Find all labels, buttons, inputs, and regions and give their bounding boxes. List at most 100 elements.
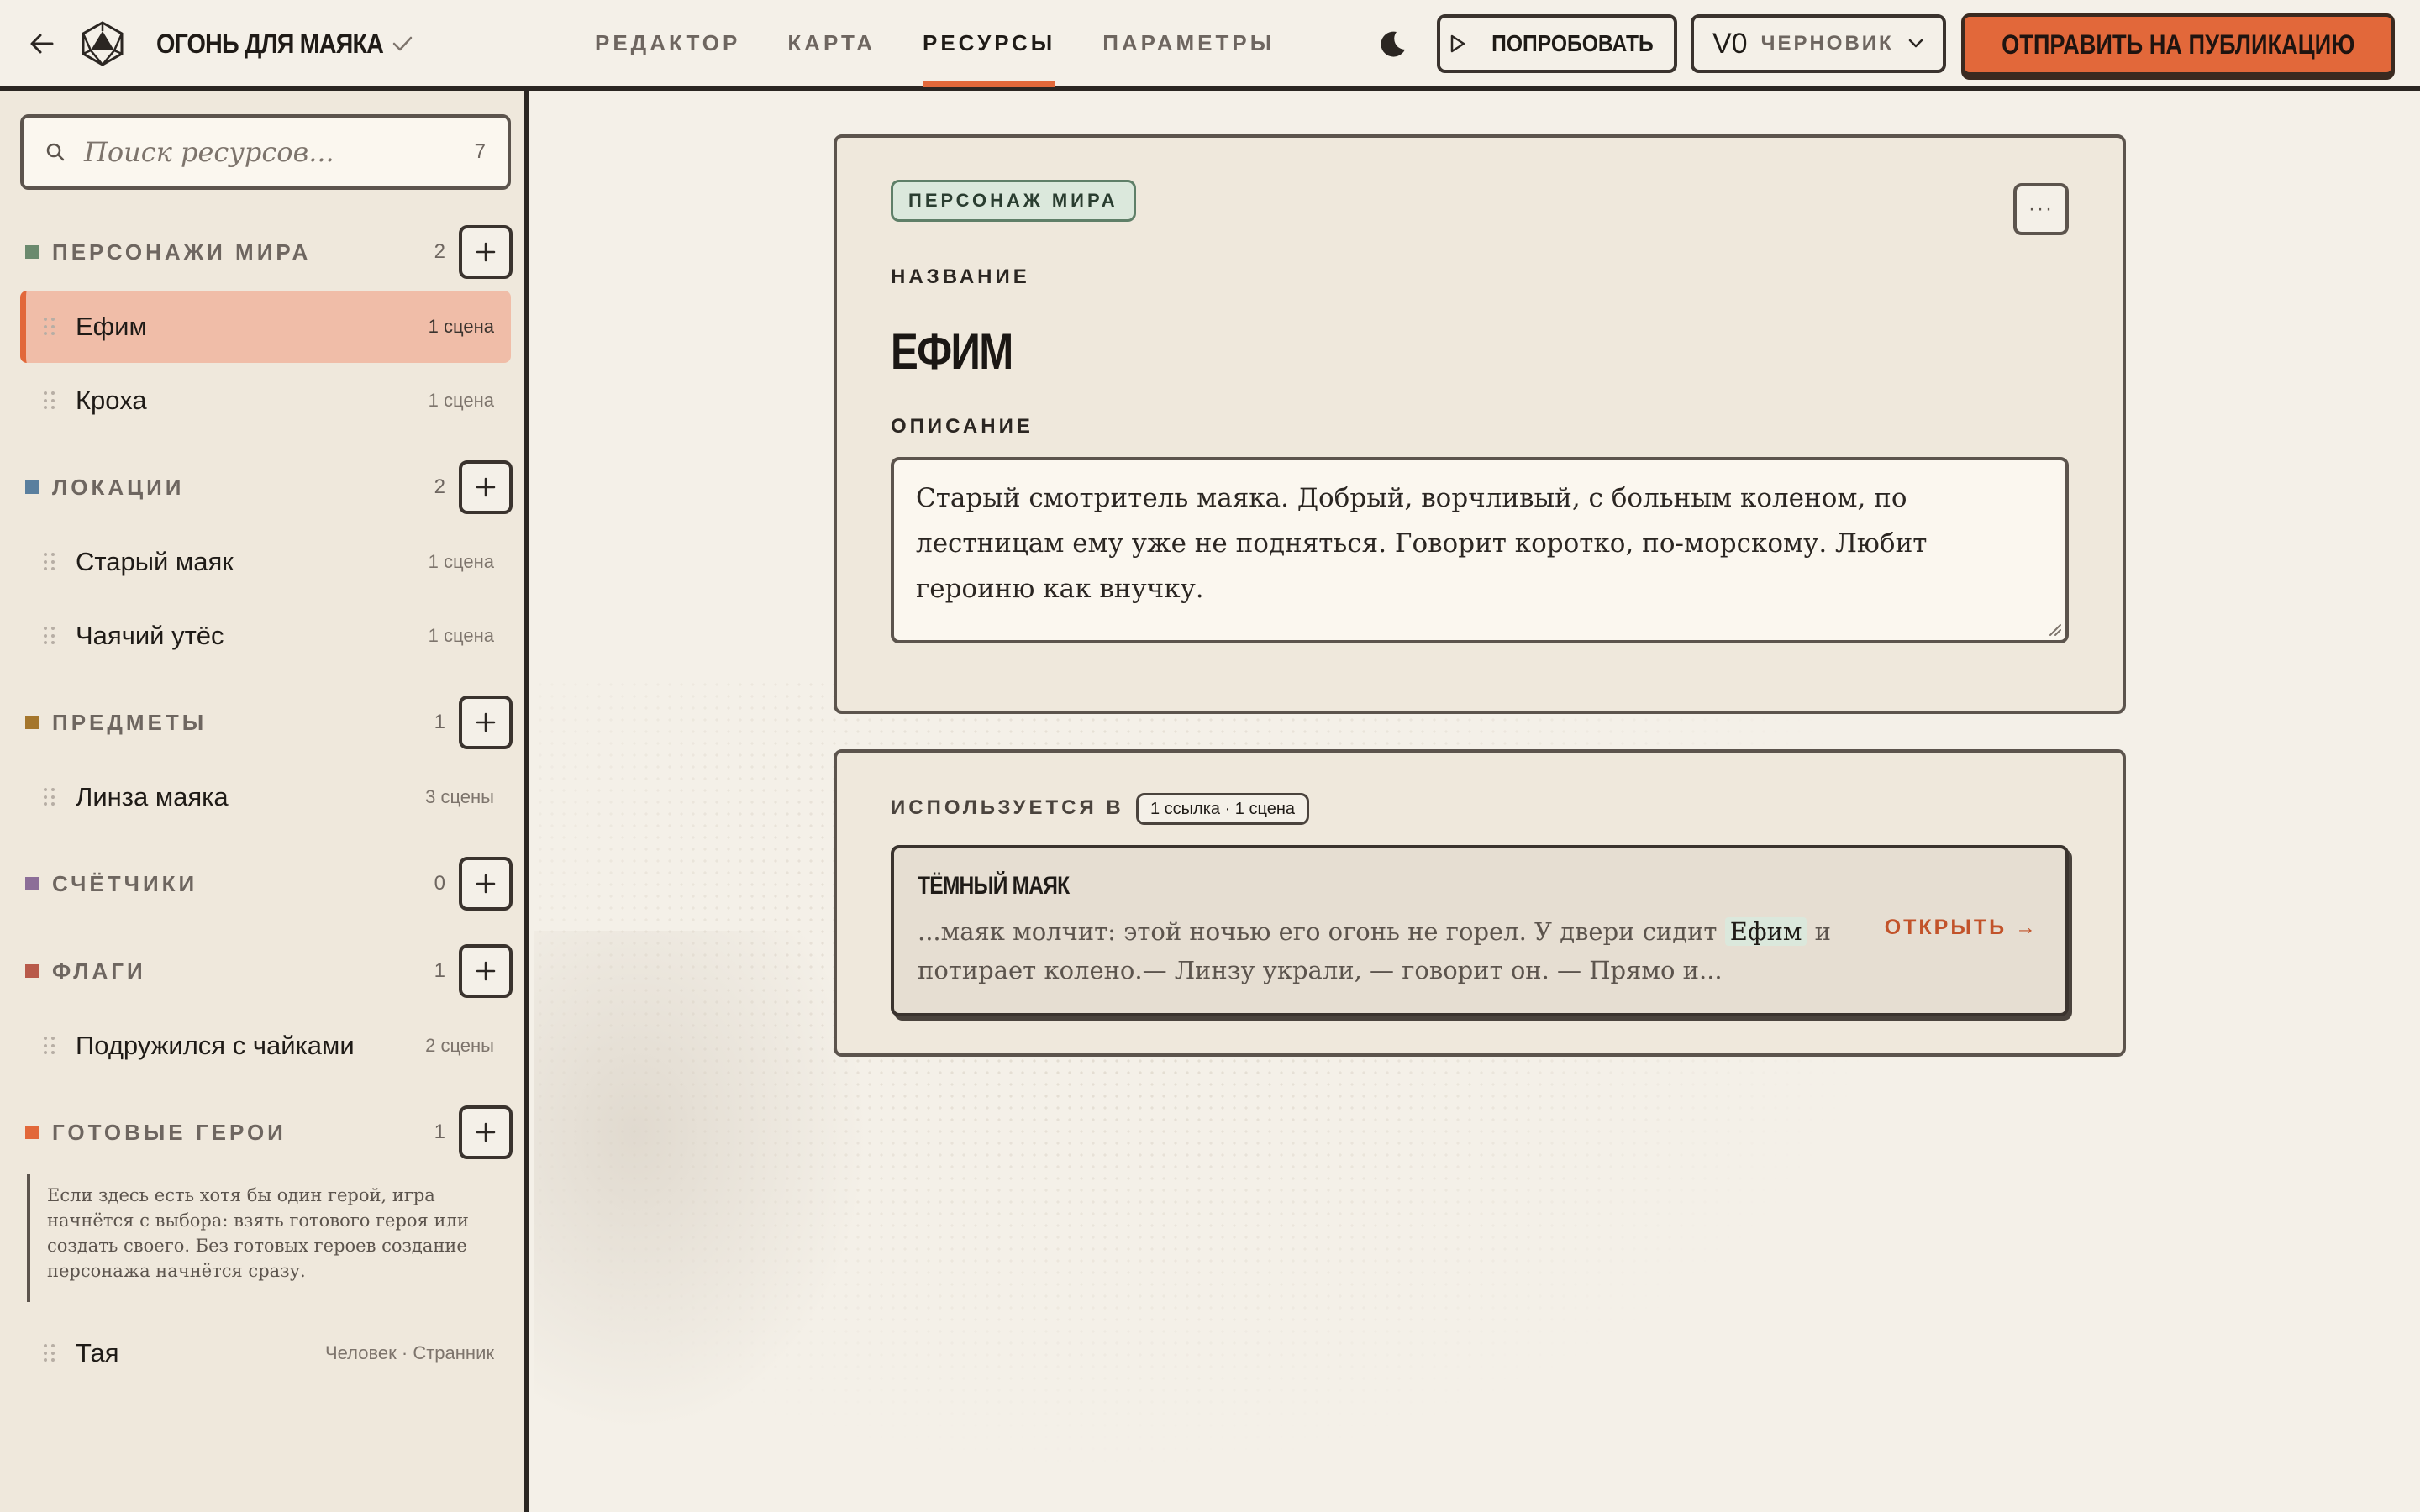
publish-button[interactable]: ОТПРАВИТЬ НА ПУБЛИКАЦИЮ xyxy=(1961,13,2395,76)
section-count: 1 xyxy=(434,711,445,733)
item-meta: 2 сцены xyxy=(425,1035,494,1056)
section-color-marker xyxy=(25,1126,39,1139)
back-button[interactable] xyxy=(24,25,60,62)
check-icon xyxy=(388,29,417,59)
section-title: ГОТОВЫЕ ГЕРОИ xyxy=(52,1119,287,1145)
list-item-old-lighthouse[interactable]: Старый маяк 1 сцена xyxy=(20,526,511,598)
section-title: ПРЕДМЕТЫ xyxy=(52,709,208,735)
resource-type-badge: ПЕРСОНАЖ МИРА xyxy=(891,180,1136,222)
description-text: Старый смотритель маяка. Добрый, ворчлив… xyxy=(916,483,1928,604)
item-meta: Человек · Странник xyxy=(325,1342,494,1363)
resources-sidebar: Поиск ресурсов... 7 ПЕРСОНАЖИ МИРА 2 Ефи… xyxy=(0,91,529,1512)
version-number: V0 xyxy=(1712,27,1748,60)
section-locations: ЛОКАЦИИ 2 xyxy=(25,460,513,514)
usage-title: ИСПОЛЬЗУЕТСЯ В xyxy=(891,796,1124,819)
main-nav: РЕДАКТОР КАРТА РЕСУРСЫ ПАРАМЕТРЫ xyxy=(571,0,1298,87)
section-world-characters: ПЕРСОНАЖИ МИРА 2 xyxy=(25,225,513,279)
add-hero-button[interactable] xyxy=(459,1105,513,1159)
d20-dice-icon xyxy=(79,20,126,67)
add-item-button[interactable] xyxy=(459,696,513,749)
drag-handle-icon[interactable] xyxy=(44,391,55,410)
tab-map[interactable]: КАРТА xyxy=(764,0,899,86)
version-status: ЧЕРНОВИК xyxy=(1760,32,1894,55)
tab-resources[interactable]: РЕСУРСЫ xyxy=(899,0,1079,87)
drag-handle-icon[interactable] xyxy=(44,1344,55,1362)
description-textarea[interactable]: Старый смотритель маяка. Добрый, ворчлив… xyxy=(891,457,2069,643)
drag-handle-icon[interactable] xyxy=(44,788,55,806)
scene-title: ТЁМНЫЙ МАЯК xyxy=(918,872,1070,900)
item-meta: 3 сцены xyxy=(425,786,494,807)
section-ready-heroes: ГОТОВЫЕ ГЕРОИ 1 xyxy=(25,1105,513,1159)
section-title: ЛОКАЦИИ xyxy=(52,474,185,500)
resize-handle-icon[interactable] xyxy=(2047,622,2062,637)
resource-editor: ПЕРСОНАЖ МИРА ··· НАЗВАНИЕ ЕФИМ ОПИСАНИЕ… xyxy=(534,91,2420,1512)
tab-parameters[interactable]: ПАРАМЕТРЫ xyxy=(1079,0,1298,86)
resource-name[interactable]: ЕФИМ xyxy=(891,323,1013,381)
item-label: Старый маяк xyxy=(76,547,234,576)
section-color-marker xyxy=(25,716,39,729)
section-color-marker xyxy=(25,964,39,978)
more-options-button[interactable]: ··· xyxy=(2013,183,2069,235)
usage-card: ИСПОЛЬЗУЕТСЯ В 1 ссылка · 1 сцена ТЁМНЫЙ… xyxy=(834,749,2126,1057)
section-count: 1 xyxy=(434,1121,445,1143)
list-item-efim[interactable]: Ефим 1 сцена xyxy=(20,291,511,363)
item-label: Подружился с чайками xyxy=(76,1031,355,1060)
plus-icon xyxy=(476,961,496,981)
item-meta: 1 сцена xyxy=(428,390,494,411)
item-label: Тая xyxy=(76,1338,119,1368)
section-color-marker xyxy=(25,480,39,494)
theme-toggle-button[interactable] xyxy=(1371,24,1412,64)
item-meta: 1 сцена xyxy=(428,316,494,337)
drag-handle-icon[interactable] xyxy=(44,553,55,571)
list-item-befriended-gulls[interactable]: Подружился с чайками 2 сцены xyxy=(20,1010,511,1082)
top-bar: ОГОНЬ ДЛЯ МАЯКА РЕДАКТОР КАРТА РЕСУРСЫ П… xyxy=(0,0,2420,91)
list-item-gull-cliff[interactable]: Чаячий утёс 1 сцена xyxy=(20,600,511,672)
arrow-left-icon xyxy=(30,34,54,54)
drag-handle-icon[interactable] xyxy=(44,627,55,645)
scene-reference[interactable]: ТЁМНЫЙ МАЯК ...маяк молчит: этой ночью е… xyxy=(891,845,2069,1016)
section-count: 2 xyxy=(434,475,445,498)
heroes-note: Если здесь есть хотя бы один герой, игра… xyxy=(27,1174,497,1302)
open-scene-link[interactable]: ОТКРЫТЬ → xyxy=(1885,916,2039,940)
item-label: Кроха xyxy=(76,386,147,415)
item-label: Линза маяка xyxy=(76,782,229,811)
excerpt-before: ...маяк молчит: этой ночью его огонь не … xyxy=(918,917,1725,946)
usage-count-badge: 1 ссылка · 1 сцена xyxy=(1136,793,1310,825)
drag-handle-icon[interactable] xyxy=(44,1037,55,1055)
search-icon xyxy=(46,143,65,161)
section-counters: СЧЁТЧИКИ 0 xyxy=(25,857,513,911)
plus-icon xyxy=(476,712,496,732)
list-item-lighthouse-lens[interactable]: Линза маяка 3 сцены xyxy=(20,761,511,833)
section-count: 2 xyxy=(434,240,445,263)
name-label: НАЗВАНИЕ xyxy=(891,265,1030,288)
version-select[interactable]: V0 ЧЕРНОВИК xyxy=(1691,14,1946,73)
tab-editor[interactable]: РЕДАКТОР xyxy=(571,0,764,86)
description-label: ОПИСАНИЕ xyxy=(891,415,1034,438)
add-counter-button[interactable] xyxy=(459,857,513,911)
section-items: ПРЕДМЕТЫ 1 xyxy=(25,696,513,749)
add-flag-button[interactable] xyxy=(459,944,513,998)
play-icon xyxy=(1450,34,1465,53)
search-input[interactable]: Поиск ресурсов... 7 xyxy=(20,114,511,190)
resource-mention: Ефим xyxy=(1724,917,1807,946)
resource-count: 7 xyxy=(474,140,486,163)
try-button[interactable]: ПОПРОБОВАТЬ xyxy=(1437,14,1677,73)
resource-card: ПЕРСОНАЖ МИРА ··· НАЗВАНИЕ ЕФИМ ОПИСАНИЕ… xyxy=(834,134,2126,714)
plus-icon xyxy=(476,1122,496,1142)
add-location-button[interactable] xyxy=(459,460,513,514)
publish-label: ОТПРАВИТЬ НА ПУБЛИКАЦИЮ xyxy=(2001,29,2355,60)
plus-icon xyxy=(476,477,496,497)
section-flags: ФЛАГИ 1 xyxy=(25,944,513,998)
section-title: СЧЁТЧИКИ xyxy=(52,870,198,896)
item-meta: 1 сцена xyxy=(428,551,494,572)
drag-handle-icon[interactable] xyxy=(44,318,55,336)
plus-icon xyxy=(476,874,496,894)
project-title: ОГОНЬ ДЛЯ МАЯКА xyxy=(156,29,384,59)
list-item-taya[interactable]: Тая Человек · Странник xyxy=(20,1317,511,1389)
scene-excerpt: ...маяк молчит: этой ночью его огонь не … xyxy=(918,912,1842,990)
search-placeholder: Поиск ресурсов... xyxy=(84,136,334,168)
section-title: ФЛАГИ xyxy=(52,958,146,984)
add-character-button[interactable] xyxy=(459,225,513,279)
section-title: ПЕРСОНАЖИ МИРА xyxy=(52,239,312,265)
list-item-krokha[interactable]: Кроха 1 сцена xyxy=(20,365,511,437)
